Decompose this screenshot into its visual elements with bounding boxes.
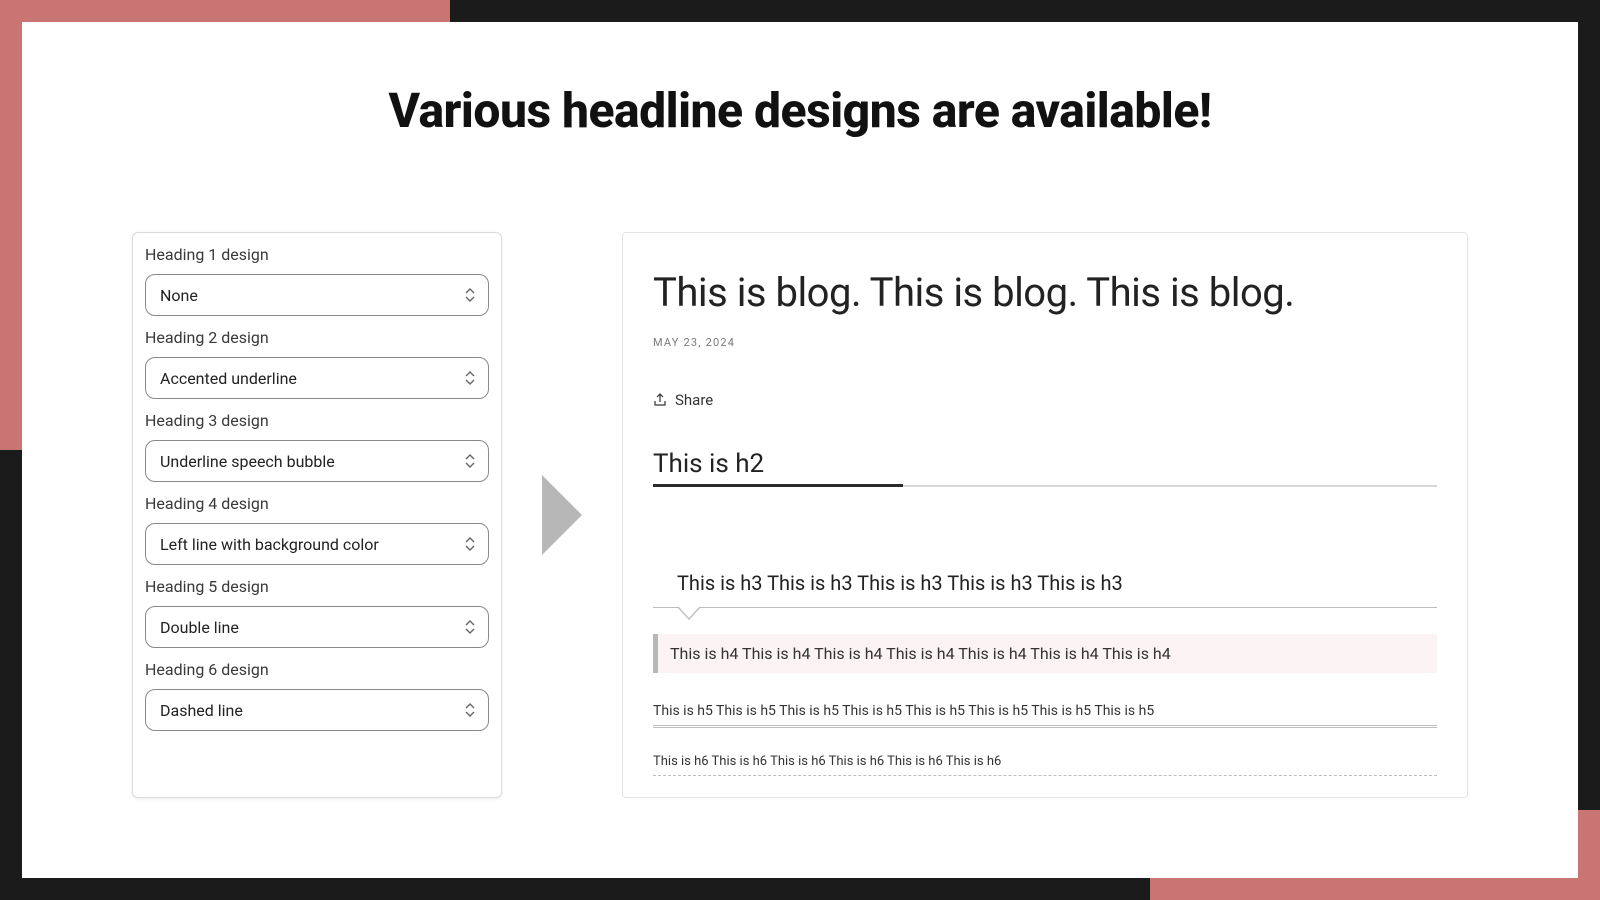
content-row: Heading 1 design None Heading 2 design A… [132,232,1468,798]
preview-h3-wrap: This is h3 This is h3 This is h3 This is… [653,571,1437,608]
field-label: Heading 1 design [145,245,489,264]
select-heading-1[interactable]: None [145,274,489,316]
select-heading-6[interactable]: Dashed line [145,689,489,731]
preview-h6: This is h6 This is h6 This is h6 This is… [653,754,1437,776]
field-heading-6: Heading 6 design Dashed line [145,660,489,731]
settings-panel: Heading 1 design None Heading 2 design A… [132,232,502,798]
preview-h3: This is h3 This is h3 This is h3 This is… [653,571,1437,608]
field-heading-3: Heading 3 design Underline speech bubble [145,411,489,482]
preview-h4: This is h4 This is h4 This is h4 This is… [653,634,1437,673]
field-label: Heading 3 design [145,411,489,430]
field-heading-4: Heading 4 design Left line with backgrou… [145,494,489,565]
blog-date: MAY 23, 2024 [653,336,1437,349]
select-value: Dashed line [160,701,243,720]
field-label: Heading 2 design [145,328,489,347]
select-value: Underline speech bubble [160,452,335,471]
field-heading-5: Heading 5 design Double line [145,577,489,648]
field-label: Heading 4 design [145,494,489,513]
blog-preview: This is blog. This is blog. This is blog… [622,232,1468,798]
share-label: Share [675,391,713,409]
chevron-updown-icon [462,451,478,471]
select-value: Left line with background color [160,535,379,554]
field-label: Heading 5 design [145,577,489,596]
stage: Various headline designs are available! … [0,0,1600,900]
canvas-card: Various headline designs are available! … [22,22,1578,878]
preview-h2: This is h2 [653,449,1437,487]
field-heading-2: Heading 2 design Accented underline [145,328,489,399]
select-value: None [160,286,198,305]
preview-h2-text: This is h2 [653,449,764,479]
share-button[interactable]: Share [653,391,713,409]
chevron-updown-icon [462,368,478,388]
select-heading-2[interactable]: Accented underline [145,357,489,399]
share-icon [653,393,667,407]
blog-title: This is blog. This is blog. This is blog… [653,269,1437,316]
preview-h3-text: This is h3 This is h3 This is h3 This is… [677,571,1123,595]
chevron-updown-icon [462,617,478,637]
chevron-updown-icon [462,534,478,554]
select-heading-3[interactable]: Underline speech bubble [145,440,489,482]
page-title: Various headline designs are available! [22,82,1578,139]
chevron-updown-icon [462,285,478,305]
select-heading-4[interactable]: Left line with background color [145,523,489,565]
field-label: Heading 6 design [145,660,489,679]
arrow-column [502,232,622,798]
select-heading-5[interactable]: Double line [145,606,489,648]
h2-accent-underline [653,484,903,487]
field-heading-1: Heading 1 design None [145,245,489,316]
arrow-right-icon [542,475,582,555]
chevron-updown-icon [462,700,478,720]
speech-bubble-tail-inner [678,606,700,618]
select-value: Accented underline [160,369,297,388]
preview-h5: This is h5 This is h5 This is h5 This is… [653,703,1437,728]
select-value: Double line [160,618,239,637]
